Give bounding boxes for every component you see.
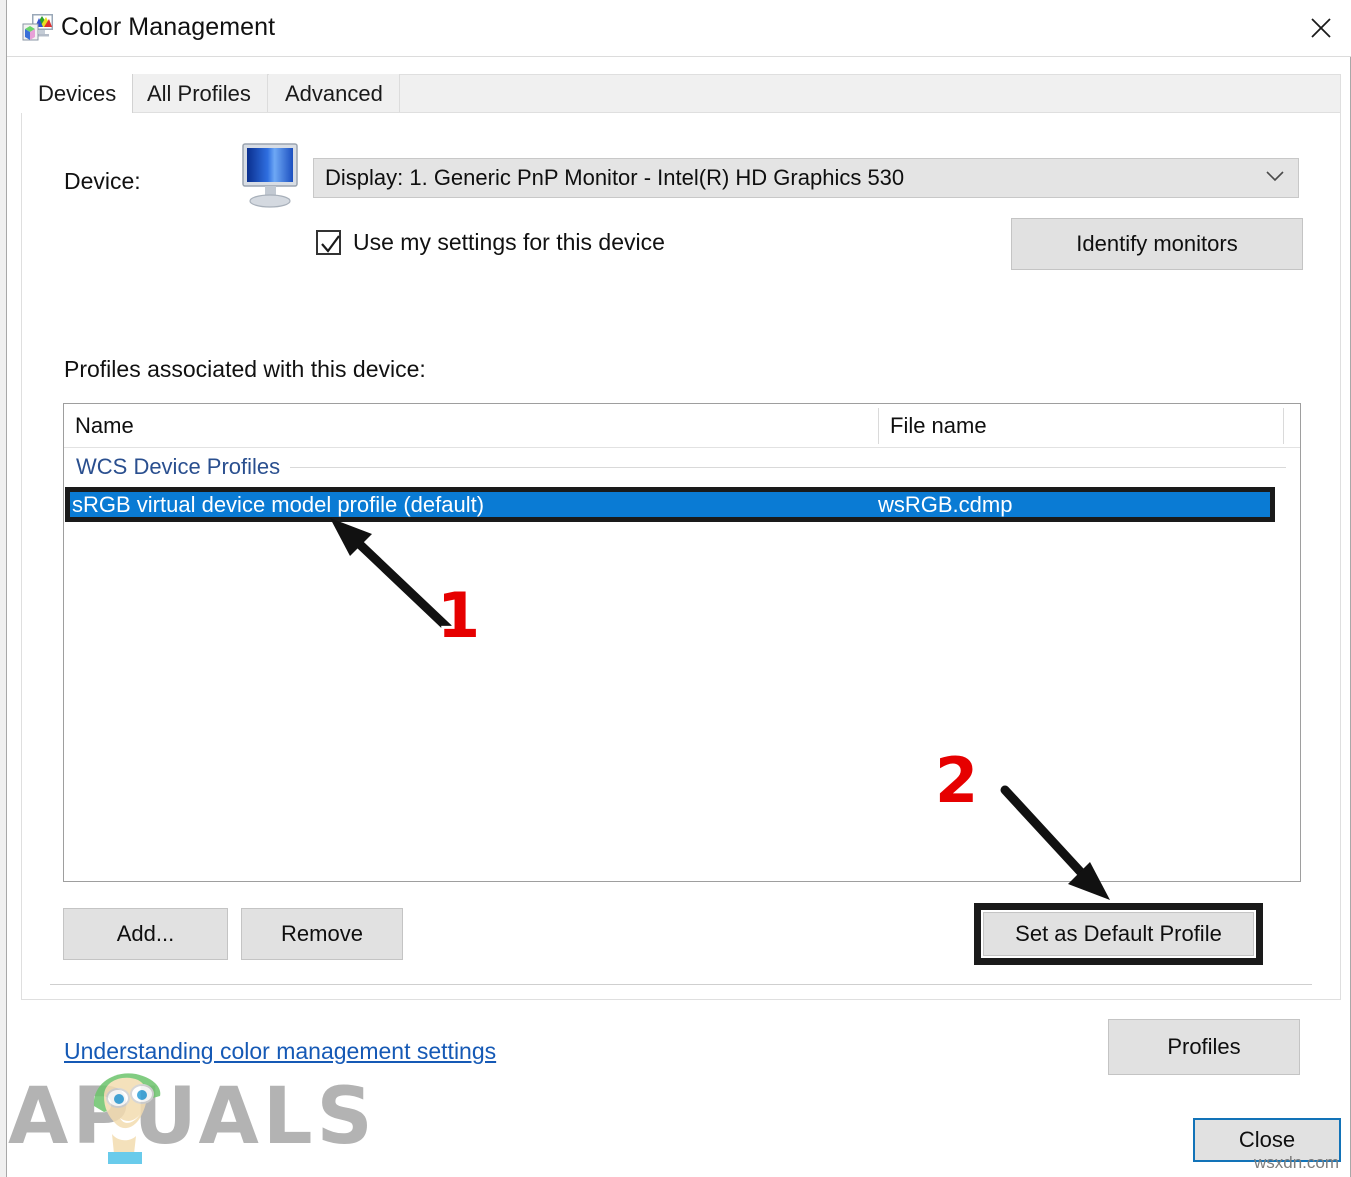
table-row[interactable]: sRGB virtual device model profile (defau…	[70, 492, 1270, 517]
profiles-group-row: WCS Device Profiles	[64, 448, 1300, 486]
tab-advanced-label: Advanced	[285, 80, 383, 106]
chevron-down-icon	[1266, 169, 1284, 187]
profiles-group-label: WCS Device Profiles	[76, 454, 281, 479]
tab-all-profiles-label: All Profiles	[147, 80, 251, 106]
appuals-watermark: APUALS	[8, 1072, 377, 1162]
screen: Color Management Devices All Profiles Ad…	[0, 0, 1351, 1177]
profile-name-cell: sRGB virtual device model profile (defau…	[72, 491, 485, 517]
appuals-mascot-icon	[74, 1062, 170, 1166]
profiles-button[interactable]: Profiles	[1108, 1019, 1300, 1075]
profiles-button-label: Profiles	[1167, 1034, 1241, 1059]
wsxdn-watermark: wsxdn.com	[1253, 1153, 1339, 1172]
use-my-settings-label: Use my settings for this device	[353, 229, 665, 255]
tab-devices[interactable]: Devices	[21, 74, 134, 113]
add-button-label: Add...	[116, 921, 175, 946]
use-my-settings-checkbox[interactable]: Use my settings for this device	[316, 229, 665, 256]
column-divider-2[interactable]	[1283, 408, 1284, 444]
group-separator-line	[290, 466, 1286, 468]
understanding-color-management-link[interactable]: Understanding color management settings	[64, 1038, 496, 1065]
profiles-list-header: Name File name	[64, 404, 1300, 448]
window-title: Color Management	[61, 13, 276, 41]
set-as-default-profile-label: Set as Default Profile	[1015, 921, 1222, 946]
close-button-label: Close	[1238, 1127, 1296, 1152]
column-header-file-name[interactable]: File name	[879, 404, 987, 447]
remove-button[interactable]: Remove	[241, 908, 403, 960]
remove-button-label: Remove	[281, 921, 363, 946]
close-icon[interactable]	[1290, 0, 1351, 56]
profiles-list[interactable]: Name File name WCS Device Profiles sRGB …	[63, 403, 1301, 882]
color-management-window: Color Management Devices All Profiles Ad…	[6, 0, 1351, 1177]
device-select-value: Display: 1. Generic PnP Monitor - Intel(…	[325, 165, 905, 190]
devices-tab-panel: Device: Display: 1. Generic PnP Monitor …	[21, 112, 1341, 1075]
checkbox-box	[316, 230, 341, 255]
add-button[interactable]: Add...	[63, 908, 228, 960]
set-default-annotation-box: Set as Default Profile	[974, 903, 1263, 965]
profiles-caption: Profiles associated with this device:	[64, 356, 426, 382]
tab-advanced[interactable]: Advanced	[269, 74, 400, 113]
title-bar: Color Management	[7, 0, 1351, 57]
column-header-name[interactable]: Name	[64, 404, 134, 447]
tab-devices-label: Devices	[38, 80, 117, 106]
monitor-icon	[237, 141, 309, 213]
device-label: Device:	[64, 168, 141, 194]
identify-monitors-label: Identify monitors	[1076, 231, 1238, 256]
profile-file-cell: wsRGB.cdmp	[878, 491, 1013, 517]
footer-separator	[50, 984, 1312, 985]
color-management-icon	[22, 13, 54, 43]
selected-profile-annotation-box: sRGB virtual device model profile (defau…	[65, 487, 1275, 522]
device-select[interactable]: Display: 1. Generic PnP Monitor - Intel(…	[313, 158, 1299, 198]
identify-monitors-button[interactable]: Identify monitors	[1011, 218, 1303, 270]
tab-strip: Devices All Profiles Advanced	[21, 74, 1341, 114]
set-as-default-profile-button[interactable]: Set as Default Profile	[983, 912, 1254, 956]
tab-all-profiles[interactable]: All Profiles	[131, 74, 268, 113]
